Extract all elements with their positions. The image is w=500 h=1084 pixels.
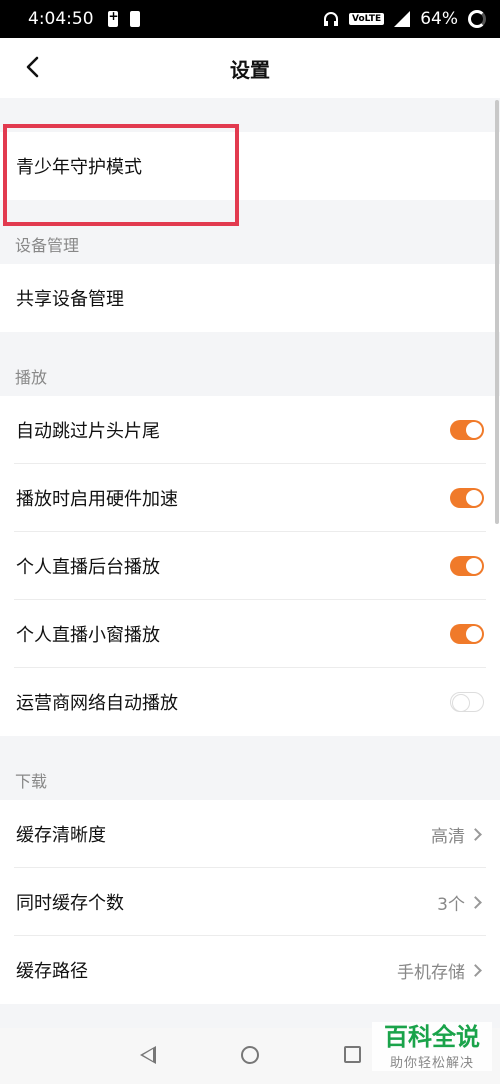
section-playback-title: 播放 — [0, 332, 500, 396]
settings-list: 青少年守护模式 设备管理 共享设备管理 播放 自动跳过片头片尾 播放时启用硬件加… — [0, 98, 500, 1004]
cache-quality-value: 高清 — [431, 826, 465, 847]
chevron-left-icon — [26, 56, 39, 78]
watermark-main: 百科全说 — [384, 1023, 480, 1051]
status-bar: 4:04:50 VoLTE 64% — [0, 0, 500, 38]
settings-item-hw-accel: 播放时启用硬件加速 — [0, 464, 500, 532]
settings-item-live-background: 个人直播后台播放 — [0, 532, 500, 600]
nav-home-icon[interactable] — [241, 1046, 259, 1064]
status-time: 4:04:50 — [28, 9, 94, 29]
header: 设置 — [0, 38, 500, 98]
live-pip-toggle[interactable] — [450, 624, 484, 644]
settings-item-live-pip: 个人直播小窗播放 — [0, 600, 500, 668]
nav-recent-icon[interactable] — [344, 1046, 361, 1063]
settings-item-shared-device[interactable]: 共享设备管理 — [0, 264, 500, 332]
settings-item-skip-intro: 自动跳过片头片尾 — [0, 396, 500, 464]
settings-item-cache-path[interactable]: 缓存路径 手机存储 — [0, 936, 500, 1004]
signal-icon — [394, 11, 411, 27]
headphones-icon — [324, 12, 338, 26]
page-title: 设置 — [230, 57, 270, 82]
battery-ring-icon — [468, 10, 486, 28]
settings-item-youth-mode[interactable]: 青少年守护模式 — [0, 132, 500, 200]
chevron-right-icon — [469, 895, 482, 909]
cache-path-value: 手机存储 — [397, 962, 465, 983]
section-download-title: 下载 — [0, 736, 500, 800]
battery-icon — [129, 11, 140, 27]
battery-percent: 64% — [420, 9, 458, 29]
hw-accel-toggle[interactable] — [450, 488, 484, 508]
chevron-right-icon — [469, 963, 482, 977]
settings-item-cache-count[interactable]: 同时缓存个数 3个 — [0, 868, 500, 936]
chevron-right-icon — [469, 827, 482, 841]
settings-item-mobile-autoplay: 运营商网络自动播放 — [0, 668, 500, 736]
live-background-toggle[interactable] — [450, 556, 484, 576]
back-button[interactable] — [18, 52, 48, 82]
settings-item-cache-quality[interactable]: 缓存清晰度 高清 — [0, 800, 500, 868]
section-device-title: 设备管理 — [0, 200, 500, 264]
cache-count-value: 3个 — [437, 894, 465, 915]
scrollbar[interactable] — [495, 100, 499, 524]
watermark: 百科全说 助你轻松解决 — [372, 1022, 492, 1071]
nav-back-icon[interactable] — [140, 1046, 156, 1064]
charging-icon — [107, 9, 119, 27]
skip-intro-toggle[interactable] — [450, 420, 484, 440]
volte-badge: VoLTE — [349, 13, 385, 25]
mobile-autoplay-toggle[interactable] — [450, 692, 484, 712]
watermark-sub: 助你轻松解决 — [389, 1056, 474, 1071]
